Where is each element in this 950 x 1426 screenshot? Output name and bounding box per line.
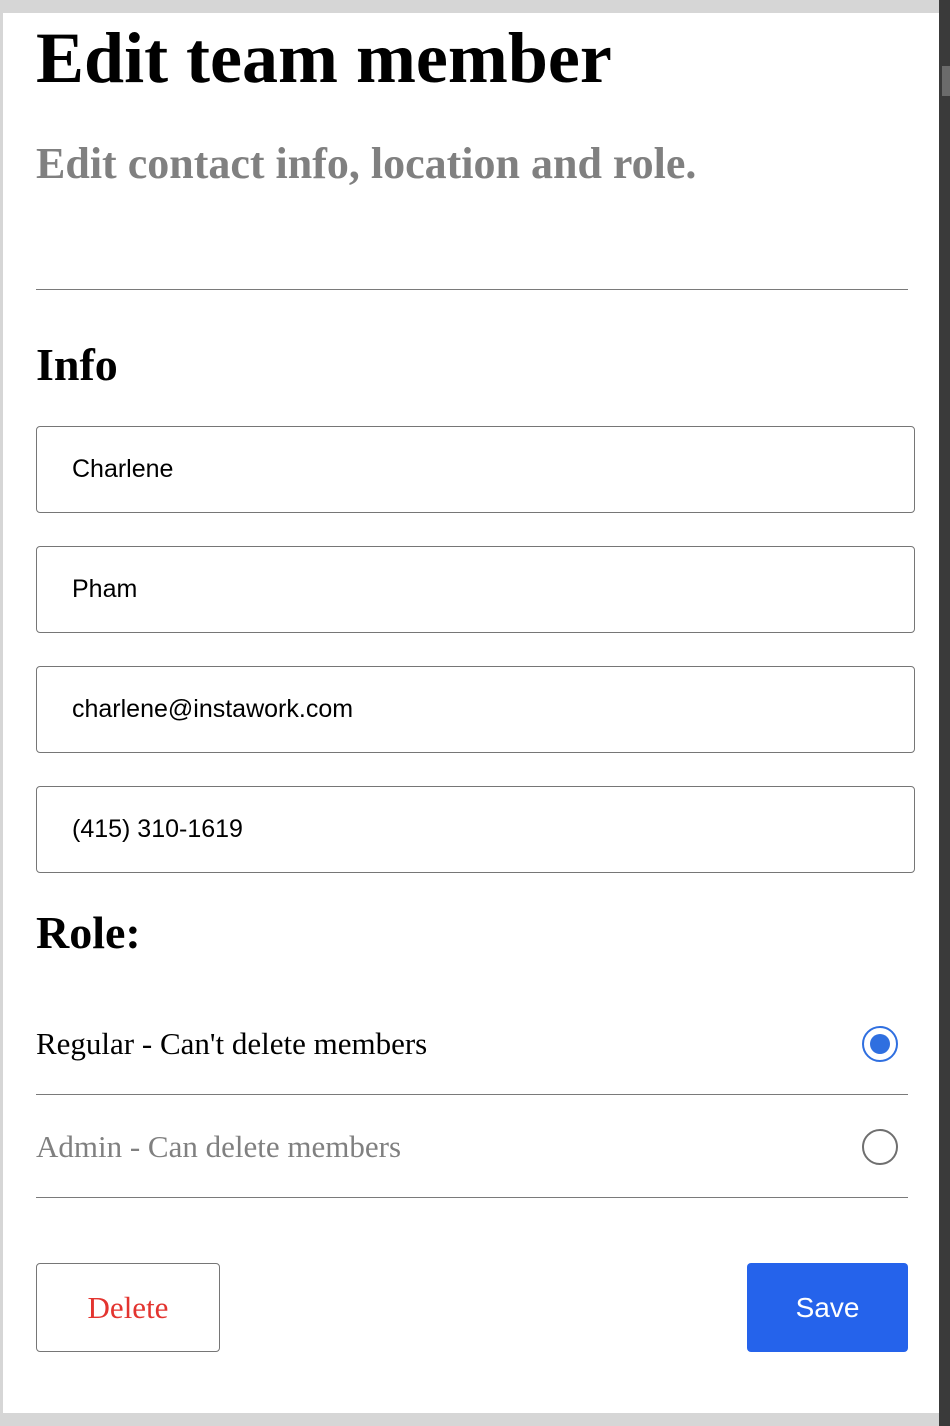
header-divider [36, 289, 908, 290]
window-edge [939, 0, 950, 1426]
last-name-input[interactable] [36, 546, 915, 633]
scrollbar-thumb[interactable] [942, 66, 950, 96]
delete-button[interactable]: Delete [36, 1263, 220, 1352]
info-heading: Info [36, 339, 118, 390]
role-radio-admin[interactable] [862, 1129, 898, 1165]
page-title: Edit team member [36, 18, 612, 98]
edit-member-panel: Edit team member Edit contact info, loca… [3, 13, 939, 1413]
role-option-admin[interactable]: Admin - Can delete members [36, 1097, 908, 1197]
phone-input[interactable] [36, 786, 915, 873]
email-input[interactable] [36, 666, 915, 753]
save-button[interactable]: Save [747, 1263, 908, 1352]
role-option-label: Admin - Can delete members [36, 1129, 402, 1164]
page-subtitle: Edit contact info, location and role. [36, 139, 697, 188]
role-radio-regular[interactable] [862, 1026, 898, 1062]
role-option-regular[interactable]: Regular - Can't delete members [36, 994, 908, 1094]
role-heading: Role: [36, 907, 141, 958]
role-divider [36, 1197, 908, 1198]
role-divider [36, 1094, 908, 1095]
first-name-input[interactable] [36, 426, 915, 513]
role-option-label: Regular - Can't delete members [36, 1026, 428, 1061]
